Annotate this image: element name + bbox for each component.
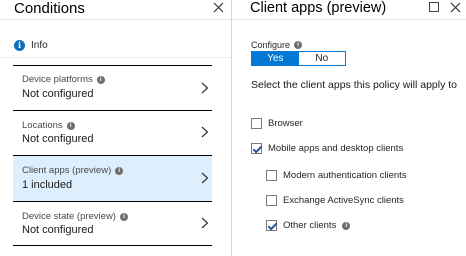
condition-label: Locations xyxy=(22,120,63,131)
condition-item-device-state[interactable]: Device state (preview) i Not configured xyxy=(13,201,212,245)
close-icon[interactable] xyxy=(213,2,225,14)
info-icon: i xyxy=(119,212,128,221)
checkbox[interactable] xyxy=(251,143,262,154)
toggle-yes[interactable]: Yes xyxy=(252,52,299,65)
option-modern-auth-clients[interactable]: Modern authentication clients xyxy=(266,170,407,181)
chevron-right-icon xyxy=(201,217,209,229)
close-icon[interactable] xyxy=(450,2,462,14)
option-label: Exchange ActiveSync clients xyxy=(283,195,404,206)
info-icon: i xyxy=(66,121,75,130)
conditions-title: Conditions xyxy=(14,0,85,17)
condition-value: 1 included xyxy=(22,179,73,191)
option-other-clients[interactable]: Other clients i xyxy=(266,220,351,231)
condition-item-client-apps[interactable]: Client apps (preview) i 1 included xyxy=(13,155,212,201)
chevron-right-icon xyxy=(201,172,209,184)
maximize-icon[interactable] xyxy=(429,2,439,12)
checkbox[interactable] xyxy=(266,170,277,181)
condition-item-locations[interactable]: Locations i Not configured xyxy=(13,110,212,155)
option-browser[interactable]: Browser xyxy=(251,118,303,129)
client-apps-blade: Client apps (preview) Configure i Yes No… xyxy=(232,0,466,256)
list-bottom-divider xyxy=(13,245,212,246)
condition-value: Not configured xyxy=(22,88,94,100)
condition-label: Device state (preview) xyxy=(22,211,116,222)
conditions-blade: Conditions i Info Device platforms i Not… xyxy=(0,0,231,256)
checkbox[interactable] xyxy=(251,118,262,129)
client-apps-title: Client apps (preview) xyxy=(250,0,387,16)
option-mobile-apps-desktop-clients[interactable]: Mobile apps and desktop clients xyxy=(251,143,403,154)
info-icon: i xyxy=(115,166,124,175)
checkbox[interactable] xyxy=(266,195,277,206)
checkbox[interactable] xyxy=(266,220,277,231)
info-icon: i xyxy=(342,221,351,230)
info-icon: i xyxy=(14,39,25,51)
option-label: Other clients xyxy=(283,220,337,231)
option-exchange-activesync-clients[interactable]: Exchange ActiveSync clients xyxy=(266,195,404,206)
chevron-right-icon xyxy=(201,82,209,94)
info-icon: i xyxy=(96,75,105,84)
option-label: Mobile apps and desktop clients xyxy=(268,143,404,154)
option-label: Modern authentication clients xyxy=(283,170,407,181)
condition-label: Client apps (preview) xyxy=(22,165,112,176)
condition-item-device-platforms[interactable]: Device platforms i Not configured xyxy=(13,65,212,110)
toggle-no[interactable]: No xyxy=(298,52,345,65)
info-link[interactable]: i Info xyxy=(14,38,48,52)
configure-toggle[interactable]: Yes No xyxy=(251,51,346,66)
title-divider xyxy=(232,19,466,20)
chevron-right-icon xyxy=(201,126,209,138)
condition-value: Not configured xyxy=(22,133,94,145)
info-icon: i xyxy=(294,41,303,49)
title-divider xyxy=(0,19,231,20)
info-divider xyxy=(0,57,231,58)
info-label: Info xyxy=(31,39,48,51)
condition-label: Device platforms xyxy=(22,74,93,85)
instruction-text: Select the client apps this policy will … xyxy=(251,79,458,91)
configure-label: Configure i xyxy=(251,40,303,50)
option-label: Browser xyxy=(268,118,303,129)
condition-value: Not configured xyxy=(22,224,94,236)
